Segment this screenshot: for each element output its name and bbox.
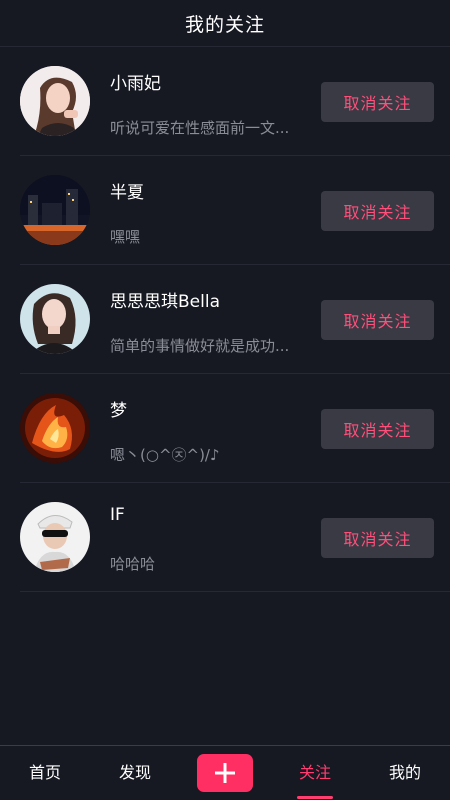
list-item[interactable]: 小雨妃 听说可爱在性感面前一文... 取消关注 (20, 47, 450, 156)
unfollow-button[interactable]: 取消关注 (321, 409, 434, 449)
tab-discover[interactable]: 发现 (90, 746, 180, 800)
tab-create[interactable] (180, 746, 270, 800)
username[interactable]: 思思思琪Bella (110, 287, 220, 312)
unfollow-button[interactable]: 取消关注 (321, 518, 434, 558)
user-bio: 嘿嘿 (110, 228, 141, 246)
user-bio: 嗯丶(○^㉨^)/♪ (110, 446, 220, 464)
unfollow-button[interactable]: 取消关注 (321, 300, 434, 340)
user-bio: 简单的事情做好就是成功... (110, 337, 290, 355)
user-bio: 听说可爱在性感面前一文... (110, 119, 290, 137)
page-title: 我的关注 (184, 13, 265, 36)
create-button[interactable] (197, 754, 253, 792)
username[interactable]: IF (110, 505, 125, 525)
bottom-tab-bar: 首页 发现 关注 我的 (0, 745, 450, 800)
avatar[interactable] (20, 284, 90, 354)
tab-following[interactable]: 关注 (270, 746, 360, 800)
user-bio: 哈哈哈 (110, 555, 156, 573)
tab-me[interactable]: 我的 (360, 746, 450, 800)
girl-portrait-icon (20, 66, 90, 136)
avatar[interactable] (20, 66, 90, 136)
list-item[interactable]: IF 哈哈哈 取消关注 (20, 483, 450, 592)
list-item[interactable]: 思思思琪Bella 简单的事情做好就是成功... 取消关注 (20, 265, 450, 374)
username[interactable]: 半夏 (110, 178, 144, 203)
fire-art-icon (20, 393, 90, 463)
avatar[interactable] (20, 175, 90, 245)
city-night-icon (20, 175, 90, 245)
unfollow-button[interactable]: 取消关注 (321, 82, 434, 122)
tab-home[interactable]: 首页 (0, 746, 90, 800)
boy-sunglasses-icon (20, 502, 90, 572)
plus-icon (215, 763, 235, 783)
list-item[interactable]: 梦 嗯丶(○^㉨^)/♪ 取消关注 (20, 374, 450, 483)
top-bar: 我的关注 (0, 0, 450, 47)
unfollow-button[interactable]: 取消关注 (321, 191, 434, 231)
girl-portrait-icon (20, 284, 90, 354)
username[interactable]: 梦 (110, 396, 127, 421)
avatar[interactable] (20, 502, 90, 572)
follow-list: 小雨妃 听说可爱在性感面前一文... 取消关注 半夏 嘿嘿 取消关注 思思思琪B… (0, 47, 450, 592)
username[interactable]: 小雨妃 (110, 69, 161, 94)
avatar[interactable] (20, 393, 90, 463)
list-item[interactable]: 半夏 嘿嘿 取消关注 (20, 156, 450, 265)
